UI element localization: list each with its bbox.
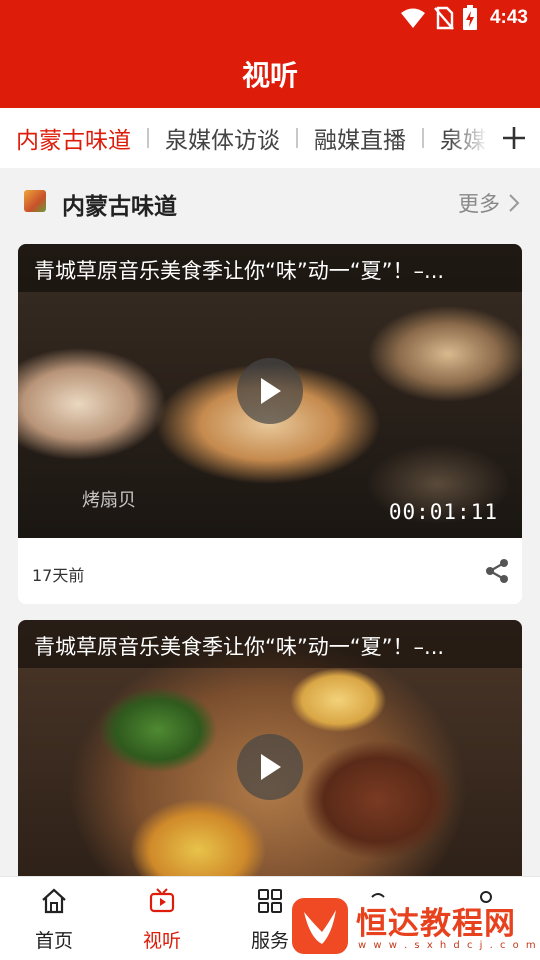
no-sim-icon <box>434 6 454 30</box>
tab-inner-mongolia-taste[interactable]: 内蒙古味道 <box>14 121 133 155</box>
app-header: 视听 <box>0 36 540 108</box>
post-time: 17天前 <box>32 566 85 585</box>
play-icon <box>261 754 281 780</box>
play-button[interactable] <box>237 358 303 424</box>
grid-icon <box>258 889 282 913</box>
watermark-url: w w w . s x h d c j . c o m <box>358 940 538 951</box>
video-title: 青城草原音乐美食季让你“味”动一“夏”！–... <box>34 635 445 659</box>
wifi-icon <box>400 8 425 28</box>
tab-live[interactable]: 融媒直播 <box>312 121 408 155</box>
watermark-logo-icon <box>292 898 348 954</box>
title-overlay: 青城草原音乐美食季让你“味”动一“夏”！–... <box>18 620 522 668</box>
video-title: 青城草原音乐美食季让你“味”动一“夏”！–... <box>34 259 445 283</box>
more-link[interactable]: 更多 <box>458 188 520 218</box>
tv-icon <box>149 888 175 913</box>
card-footer: 17天前 <box>18 538 522 604</box>
add-channel-button[interactable] <box>488 108 540 168</box>
watermark: 恒达教程网 w w w . s x h d c j . c o m <box>292 890 540 960</box>
channel-tabs: 内蒙古味道 泉媒体访谈 融媒直播 泉媒 <box>0 108 540 168</box>
play-icon <box>261 378 281 404</box>
nav-audiovisual[interactable]: 视听 <box>108 877 216 960</box>
plus-icon <box>503 127 525 149</box>
tab-divider <box>422 128 424 148</box>
section-title: 内蒙古味道 <box>62 194 177 220</box>
status-bar: 4:43 <box>0 0 540 36</box>
video-thumbnail[interactable]: 青城草原音乐美食季让你“味”动一“夏”！–... <box>18 620 522 914</box>
play-button[interactable] <box>237 734 303 800</box>
tab-media-interview[interactable]: 泉媒体访谈 <box>163 121 282 155</box>
status-icons: 4:43 <box>400 5 528 31</box>
tab-fade <box>448 108 488 168</box>
more-label: 更多 <box>458 192 500 216</box>
watermark-leaf-icon <box>304 910 336 944</box>
nav-home[interactable]: 首页 <box>0 877 108 960</box>
chevron-right-icon <box>509 194 520 212</box>
tab-divider <box>147 128 149 148</box>
section-header: 内蒙古味道 更多 <box>0 168 540 236</box>
video-thumbnail[interactable]: 青城草原音乐美食季让你“味”动一“夏”！–... 烤扇贝 00:01:11 <box>18 244 522 538</box>
video-card[interactable]: 青城草原音乐美食季让你“味”动一“夏”！–... <box>18 620 522 920</box>
video-caption: 烤扇贝 <box>82 490 136 511</box>
title-overlay: 青城草原音乐美食季让你“味”动一“夏”！–... <box>18 244 522 292</box>
section-logo-icon <box>24 190 46 212</box>
nav-label: 视听 <box>142 930 181 952</box>
tab-divider <box>296 128 298 148</box>
home-icon <box>42 888 66 914</box>
video-duration: 00:01:11 <box>388 500 498 524</box>
watermark-brand: 恒达教程网 <box>356 906 516 942</box>
share-icon[interactable] <box>484 558 510 584</box>
battery-icon <box>462 5 477 30</box>
page-title: 视听 <box>241 59 298 92</box>
nav-label: 首页 <box>34 930 73 952</box>
video-card[interactable]: 青城草原音乐美食季让你“味”动一“夏”！–... 烤扇贝 00:01:11 17… <box>18 244 522 604</box>
tab-strip: 内蒙古味道 泉媒体访谈 融媒直播 泉媒 <box>14 108 488 168</box>
status-time: 4:43 <box>489 7 528 28</box>
